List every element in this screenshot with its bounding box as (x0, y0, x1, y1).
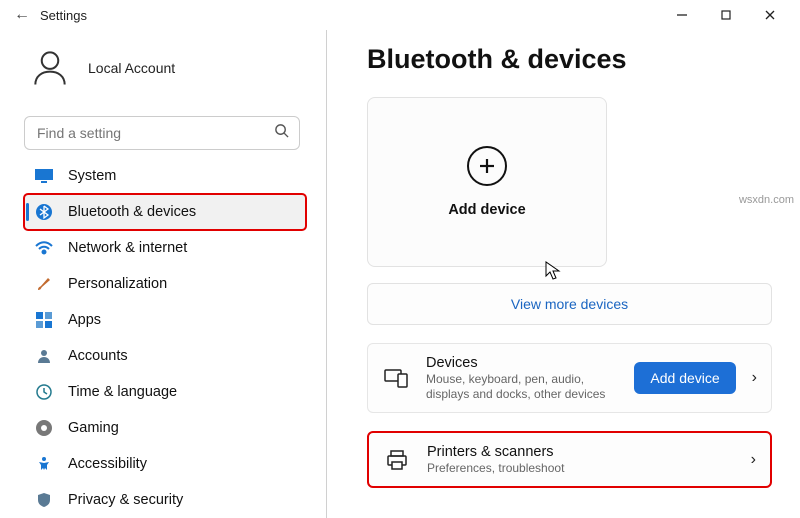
paintbrush-icon (34, 276, 54, 292)
accessibility-icon (34, 456, 54, 472)
printers-card-subtitle: Preferences, troubleshoot (427, 461, 735, 476)
sidebar-item-personalization[interactable]: Personalization (24, 266, 306, 302)
find-setting-search[interactable] (24, 116, 300, 150)
sidebar-item-label: Time & language (68, 384, 177, 400)
devices-icon (382, 368, 410, 388)
printers-scanners-card[interactable]: Printers & scanners Preferences, trouble… (367, 431, 772, 488)
monitor-icon (34, 169, 54, 183)
add-device-button[interactable]: Add device (634, 362, 735, 394)
sidebar-item-network[interactable]: Network & internet (24, 230, 306, 266)
sidebar-item-label: System (68, 168, 116, 184)
gaming-icon (34, 420, 54, 436)
sidebar-item-label: Network & internet (68, 240, 187, 256)
maximize-button[interactable] (704, 0, 748, 30)
sidebar-item-system[interactable]: System (24, 158, 306, 194)
add-device-label: Add device (448, 202, 525, 218)
sidebar-item-label: Gaming (68, 420, 119, 436)
devices-card[interactable]: Devices Mouse, keyboard, pen, audio, dis… (367, 343, 772, 413)
account-name: Local Account (88, 60, 175, 76)
chevron-right-icon: › (752, 369, 757, 387)
printer-icon (383, 450, 411, 470)
sidebar-item-apps[interactable]: Apps (24, 302, 306, 338)
devices-card-title: Devices (426, 354, 618, 372)
wifi-icon (34, 241, 54, 255)
sidebar-item-label: Accessibility (68, 456, 147, 472)
shield-icon (34, 492, 54, 508)
add-device-tile[interactable]: Add device (367, 97, 607, 267)
sidebar-item-label: Bluetooth & devices (68, 204, 196, 220)
plus-circle-icon (467, 146, 507, 186)
clock-globe-icon (34, 384, 54, 400)
sidebar-item-accounts[interactable]: Accounts (24, 338, 306, 374)
devices-card-subtitle: Mouse, keyboard, pen, audio, displays an… (426, 372, 618, 402)
page-title: Bluetooth & devices (367, 44, 772, 75)
close-button[interactable] (748, 0, 792, 30)
view-more-devices-link[interactable]: View more devices (367, 283, 772, 325)
minimize-button[interactable] (660, 0, 704, 30)
search-input[interactable] (37, 125, 274, 141)
person-icon (34, 348, 54, 364)
watermark: wsxdn.com (739, 194, 794, 206)
sidebar-item-privacy[interactable]: Privacy & security (24, 482, 306, 518)
sidebar-item-label: Apps (68, 312, 101, 328)
account-header[interactable]: Local Account (24, 38, 306, 108)
sidebar-item-time[interactable]: Time & language (24, 374, 306, 410)
back-button[interactable]: ← (8, 6, 36, 24)
sidebar-item-label: Accounts (68, 348, 128, 364)
chevron-right-icon: › (751, 451, 756, 469)
sidebar-item-bluetooth[interactable]: Bluetooth & devices (24, 194, 306, 230)
apps-icon (34, 312, 54, 328)
sidebar-item-label: Privacy & security (68, 492, 183, 508)
printers-card-title: Printers & scanners (427, 443, 735, 461)
sidebar-item-accessibility[interactable]: Accessibility (24, 446, 306, 482)
sidebar-item-label: Personalization (68, 276, 167, 292)
window-title: Settings (40, 8, 87, 23)
sidebar-item-gaming[interactable]: Gaming (24, 410, 306, 446)
user-avatar-icon (28, 46, 72, 90)
bluetooth-icon (34, 203, 54, 221)
search-icon (274, 123, 289, 143)
